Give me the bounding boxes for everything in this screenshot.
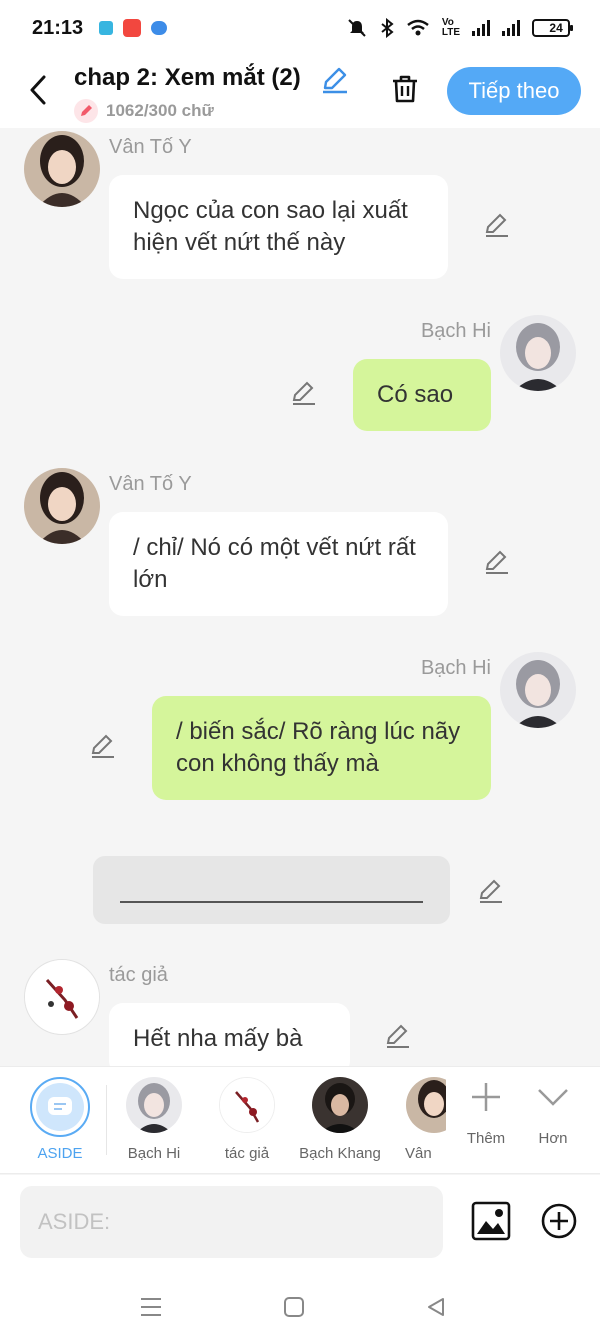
chevron-down-icon [538,1089,568,1106]
character-bach-khang[interactable]: Bạch Khang [297,1077,383,1162]
word-count: 1062/300 chữ [74,99,214,123]
bluetooth-icon [381,18,394,38]
message-bubble[interactable]: Hết nha mấy bà [109,1003,350,1066]
aside-divider-line [120,901,423,903]
speaker-name: Vân Tố Y [109,136,192,158]
notification-icons [99,19,168,37]
wifi-icon [407,19,429,36]
trash-icon [393,75,417,103]
character-aside[interactable]: ASIDE [17,1077,103,1162]
volte-icon: Vo LTE [441,17,460,38]
character-label: tác giả [224,1145,270,1162]
avatar-tac-gia[interactable] [24,959,100,1035]
edit-message-icon[interactable] [290,379,318,407]
character-selector: ASIDE Bạch Hi tác giả Bạch Khang Vân Thê… [0,1066,600,1174]
chevron-left-icon [30,75,46,105]
message-bubble[interactable]: / chỉ/ Nó có một vết nứt rất lớn [109,512,448,616]
back-button[interactable] [20,72,56,108]
more-label: Hơn [538,1130,568,1147]
back-nav-button[interactable] [421,1292,451,1322]
battery-icon: 24 [532,19,573,37]
triangle-back-icon [428,1298,444,1316]
character-label: ASIDE [37,1145,83,1162]
chat-area[interactable]: Vân Tố Y Ngọc của con sao lại xuất hiện … [0,128,600,1066]
aside-message[interactable] [93,856,450,924]
pencil-badge-icon [74,99,98,123]
more-characters-button[interactable]: Hơn [523,1079,583,1147]
chat-bubble-icon [48,1097,72,1115]
edit-message-icon[interactable] [384,1022,412,1050]
signal-icon-1 [472,20,490,36]
image-icon[interactable] [471,1201,511,1241]
add-label: Thêm [466,1130,506,1147]
home-button[interactable] [279,1292,309,1322]
edit-message-icon[interactable] [477,877,505,905]
edit-title-icon[interactable] [320,65,350,95]
message-bubble[interactable]: Ngọc của con sao lại xuất hiện vết nứt t… [109,175,448,279]
system-nav-bar [0,1270,600,1343]
cart-app-icon [99,21,114,35]
next-button[interactable]: Tiếp theo [447,67,581,115]
status-bar: 21:13 Vo LTE 24 [0,0,600,56]
character-avatar [219,1077,275,1133]
character-label: Bạch Hi [127,1145,181,1162]
edit-message-icon[interactable] [483,211,511,239]
divider [106,1085,107,1155]
speaker-name: Vân Tố Y [109,473,192,495]
signal-icon-2 [502,20,520,36]
square-icon [284,1297,304,1317]
menu-icon [141,1298,161,1316]
status-time: 21:13 [32,16,84,39]
character-avatar [406,1077,446,1133]
edit-message-icon[interactable] [483,548,511,576]
recent-apps-button[interactable] [136,1292,166,1322]
edit-message-icon[interactable] [89,732,117,760]
avatar-bach-hi[interactable] [500,652,576,728]
character-avatar [312,1077,368,1133]
character-label: Vân [405,1145,432,1162]
editor-header: chap 2: Xem mắt (2) 1062/300 chữ Tiếp th… [0,56,600,128]
add-circle-icon[interactable] [541,1203,577,1239]
butterfly-app-icon [151,21,168,35]
battery-level: 24 [549,21,563,35]
character-van[interactable]: Vân [390,1077,446,1162]
delete-button[interactable] [386,70,424,108]
message-bubble[interactable]: / biến sắc/ Rõ ràng lúc nãy con không th… [152,696,491,800]
avatar-bach-hi[interactable] [500,315,576,391]
word-count-text: 1062/300 chữ [106,101,214,120]
chapter-title[interactable]: chap 2: Xem mắt (2) [74,64,301,92]
character-tac-gia[interactable]: tác giả [204,1077,290,1162]
character-bach-hi[interactable]: Bạch Hi [111,1077,197,1162]
speaker-name: Bạch Hi [420,657,491,679]
add-character-button[interactable]: Thêm [456,1079,516,1147]
character-avatar [126,1077,182,1133]
message-bubble[interactable]: Có sao [353,359,491,431]
plus-icon [472,1083,500,1111]
character-label: Bạch Khang [299,1145,381,1162]
aside-avatar [30,1077,90,1137]
avatar-van-to-y[interactable] [24,468,100,544]
mute-icon [348,19,366,37]
speaker-name: tác giả [109,964,168,986]
composer [0,1175,600,1270]
avatar-van-to-y[interactable] [24,131,100,207]
system-icons: Vo LTE 24 [346,17,573,38]
manga-toon-icon [123,19,142,37]
message-input[interactable] [20,1186,443,1258]
speaker-name: Bạch Hi [420,320,491,342]
